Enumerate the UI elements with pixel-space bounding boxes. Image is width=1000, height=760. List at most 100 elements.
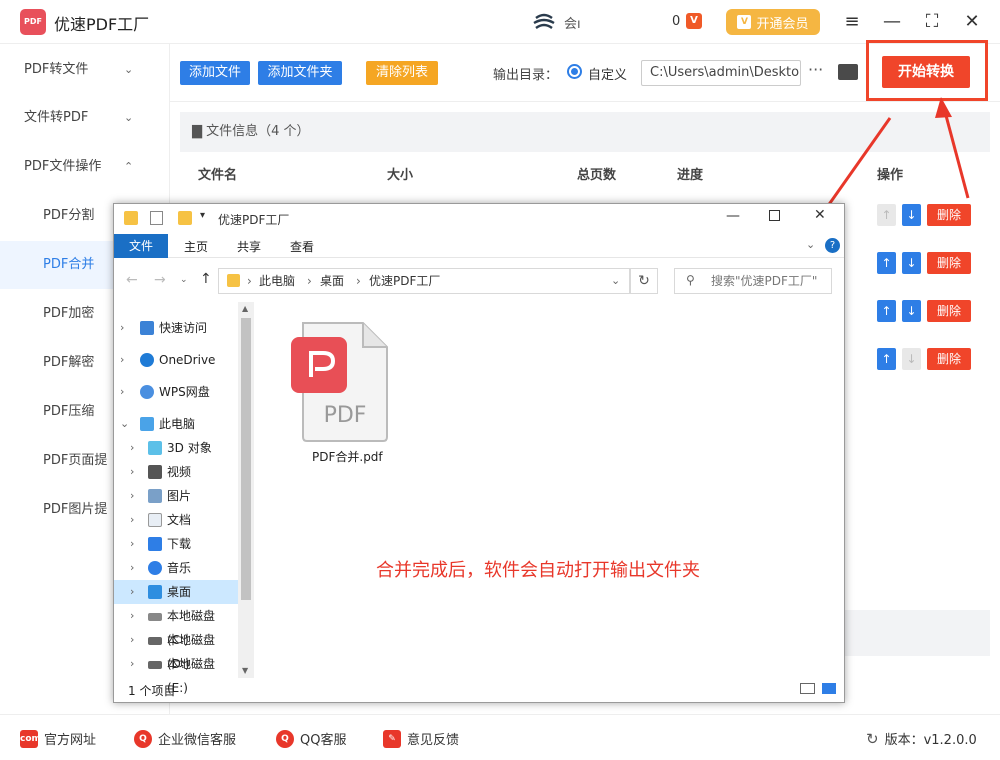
delete-button[interactable]: 删除 <box>927 348 971 370</box>
nav-label: 视频 <box>167 465 192 479</box>
scroll-up-icon[interactable]: ▲ <box>242 304 248 313</box>
add-file-button[interactable]: 添加文件 <box>180 61 250 85</box>
nav-item-3d-objects[interactable]: › 3D 对象 <box>114 436 238 460</box>
nav-item-drive-d[interactable]: › 本地磁盘 (D:) <box>114 628 238 671</box>
chevron-down-icon[interactable]: ▾ <box>200 210 205 221</box>
maximize-icon[interactable]: ⛶ <box>920 10 944 34</box>
more-options-icon[interactable]: ··· <box>808 60 823 79</box>
pdf-icon-text: PDF <box>324 403 367 428</box>
drive-icon <box>148 637 162 645</box>
coin-count: 0 <box>672 14 681 29</box>
open-vip-label: 开通会员 <box>756 16 809 32</box>
start-button-highlight <box>866 40 988 101</box>
breadcrumb-item[interactable]: 优速PDF工厂 <box>369 269 440 293</box>
up-icon[interactable]: ↑ <box>200 271 212 287</box>
user-name[interactable]: 会ı <box>564 13 581 32</box>
properties-icon[interactable] <box>150 211 163 225</box>
website-icon: com <box>20 729 41 748</box>
nav-scrollbar[interactable]: ▲ ▼ <box>238 302 254 678</box>
menu-icon[interactable]: ≡ <box>840 10 864 34</box>
update-icon[interactable]: ↻ <box>866 730 879 748</box>
column-filename: 文件名 <box>198 168 238 183</box>
feedback-link[interactable]: ✎ 意见反馈 <box>383 729 459 748</box>
move-down-button[interactable]: ↓ <box>902 252 921 274</box>
delete-button[interactable]: 删除 <box>927 300 971 322</box>
close-icon[interactable]: ✕ <box>814 207 826 223</box>
nav-item-drive-c[interactable]: › 本地磁盘 (C:) <box>114 604 238 647</box>
chevron-down-icon: ⌄ <box>124 111 134 124</box>
tab-share[interactable]: 共享 <box>237 238 261 255</box>
refresh-icon[interactable]: ↻ <box>630 268 658 294</box>
nav-item-onedrive[interactable]: › OneDrive <box>114 348 238 372</box>
sidebar-item-label: PDF图片提 <box>43 502 108 517</box>
new-folder-icon[interactable] <box>178 211 192 225</box>
delete-button[interactable]: 删除 <box>927 204 971 226</box>
file-name[interactable]: PDF合并.pdf <box>312 448 383 465</box>
open-folder-icon[interactable] <box>838 64 858 80</box>
sidebar-item-file-to-pdf[interactable]: 文件转PDF ⌄ <box>0 94 170 142</box>
sidebar-item-pdf-to-file[interactable]: PDF转文件 ⌄ <box>0 46 170 94</box>
nav-label: 下载 <box>167 537 192 551</box>
sidebar-item-label: PDF文件操作 <box>24 159 102 174</box>
nav-item-pictures[interactable]: › 图片 <box>114 484 238 508</box>
search-input[interactable]: 搜索"优速PDF工厂" <box>674 268 832 294</box>
nav-item-documents[interactable]: › 文档 <box>114 508 238 532</box>
clear-list-button[interactable]: 清除列表 <box>366 61 438 85</box>
chevron-right-icon: › <box>247 274 252 288</box>
output-dir-label: 输出目录： <box>493 68 559 83</box>
maximize-icon[interactable] <box>769 210 780 221</box>
close-icon[interactable]: ✕ <box>960 10 984 34</box>
qq-service-link[interactable]: Q QQ客服 <box>276 729 346 748</box>
nav-item-wps-cloud[interactable]: › WPS网盘 <box>114 380 238 404</box>
nav-item-videos[interactable]: › 视频 <box>114 460 238 484</box>
chevron-down-icon[interactable]: ⌄ <box>806 238 815 251</box>
minimize-icon[interactable]: — <box>880 10 904 34</box>
address-bar[interactable]: › 此电脑 › 桌面 › 优速PDF工厂 ⌄ <box>218 268 630 294</box>
scroll-thumb[interactable] <box>241 318 251 600</box>
download-icon <box>148 537 162 551</box>
forward-icon[interactable]: → <box>154 272 166 288</box>
feedback-label: 意见反馈 <box>407 733 460 748</box>
details-view-icon[interactable] <box>800 683 815 694</box>
large-icons-view-icon[interactable] <box>822 683 836 694</box>
move-down-button[interactable]: ↓ <box>902 300 921 322</box>
custom-option-label[interactable]: 自定义 <box>588 64 627 83</box>
move-down-button[interactable]: ↓ <box>902 348 921 370</box>
website-link[interactable]: com 官方网址 <box>20 729 96 748</box>
explorer-window: ▾ 优速PDF工厂 — ✕ 文件 主页 共享 查看 ⌄ ? ← → ⌄ ↑ › … <box>113 203 845 703</box>
wps-cloud-icon <box>140 385 154 399</box>
app-title: 优速PDF工厂 <box>54 15 150 34</box>
move-up-button[interactable]: ↑ <box>877 252 896 274</box>
minimize-icon[interactable]: — <box>726 208 740 224</box>
pdf-file-icon[interactable]: PDF <box>291 319 391 444</box>
chevron-down-icon[interactable]: ⌄ <box>180 275 188 285</box>
move-up-button[interactable]: ↑ <box>877 204 896 226</box>
tab-home[interactable]: 主页 <box>184 238 208 255</box>
breadcrumb-item[interactable]: 桌面 <box>320 269 344 293</box>
custom-radio[interactable] <box>567 64 582 79</box>
sidebar-item-pdf-operations[interactable]: PDF文件操作 ⌃ <box>0 143 170 191</box>
nav-item-downloads[interactable]: › 下载 <box>114 532 238 556</box>
move-down-button[interactable]: ↓ <box>902 204 921 226</box>
chevron-down-icon[interactable]: ⌄ <box>611 269 620 293</box>
tab-view[interactable]: 查看 <box>290 238 314 255</box>
music-icon <box>148 561 162 575</box>
move-up-button[interactable]: ↑ <box>877 300 896 322</box>
help-icon[interactable]: ? <box>825 238 840 253</box>
wechat-service-link[interactable]: Q 企业微信客服 <box>134 729 236 748</box>
nav-item-drive-e[interactable]: › 本地磁盘 (E:) <box>114 652 238 695</box>
add-folder-button[interactable]: 添加文件夹 <box>258 61 342 85</box>
scroll-down-icon[interactable]: ▼ <box>242 666 248 675</box>
back-icon[interactable]: ← <box>126 272 138 288</box>
nav-item-this-pc[interactable]: ⌄ 此电脑 <box>114 412 238 436</box>
open-vip-button[interactable]: V 开通会员 <box>726 9 820 35</box>
nav-item-quick-access[interactable]: › 快速访问 <box>114 316 238 340</box>
tab-file[interactable]: 文件 <box>114 234 168 258</box>
user-avatar-icon[interactable] <box>530 12 558 32</box>
nav-item-music[interactable]: › 音乐 <box>114 556 238 580</box>
move-up-button[interactable]: ↑ <box>877 348 896 370</box>
delete-button[interactable]: 删除 <box>927 252 971 274</box>
breadcrumb-item[interactable]: 此电脑 <box>259 269 295 293</box>
nav-item-desktop[interactable]: › 桌面 <box>114 580 238 604</box>
output-path-field[interactable]: C:\Users\admin\Deskto <box>641 60 801 86</box>
